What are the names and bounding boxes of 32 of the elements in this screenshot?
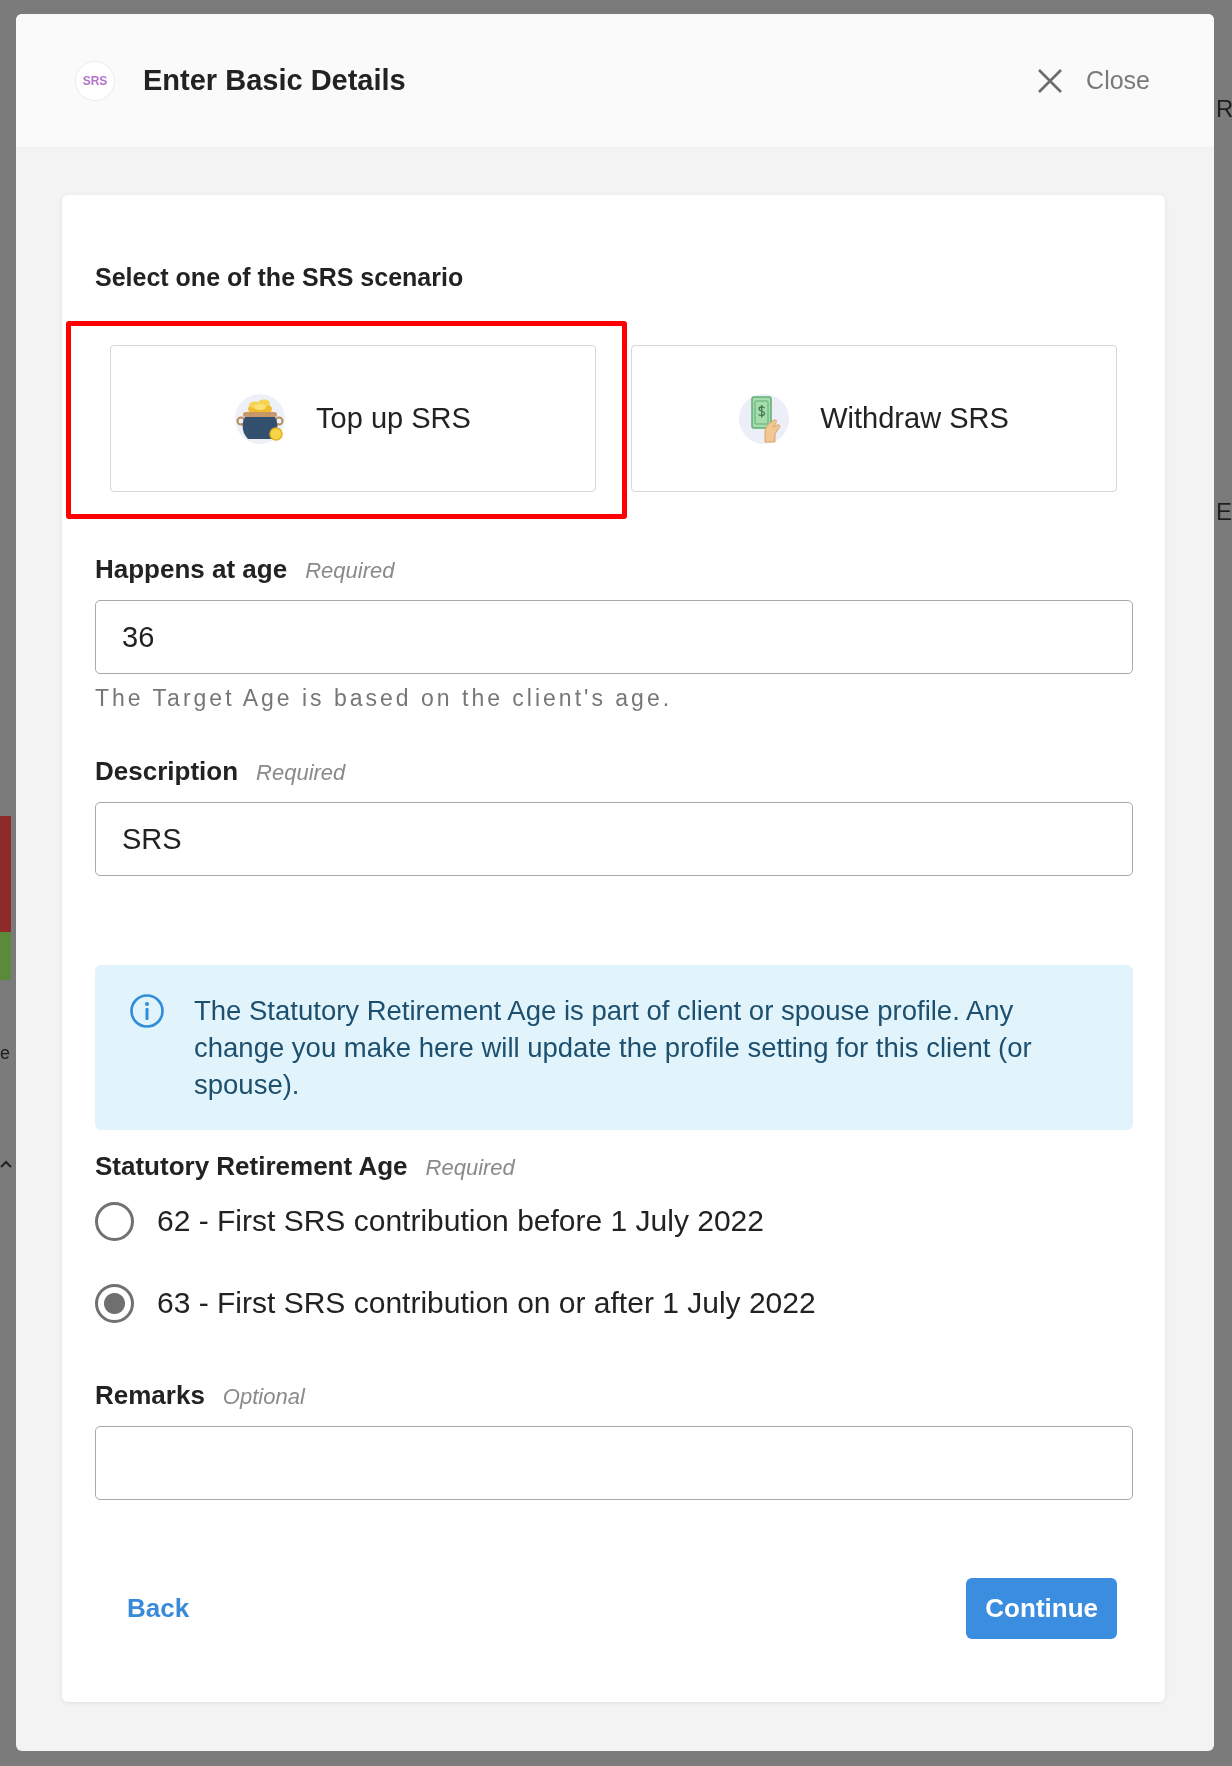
field-label: Happens at age bbox=[95, 553, 288, 586]
requirement-note: Optional bbox=[222, 1383, 305, 1411]
field-label: Description bbox=[95, 755, 239, 788]
back-link[interactable]: Back bbox=[127, 1593, 190, 1624]
info-icon bbox=[130, 994, 164, 1028]
requirement-note: Required bbox=[425, 1154, 515, 1182]
radio-button[interactable] bbox=[95, 1283, 134, 1323]
field-label: Statutory Retirement Age bbox=[95, 1150, 408, 1183]
remarks-input[interactable] bbox=[95, 1426, 1133, 1500]
app-logo: SRS bbox=[75, 60, 115, 101]
background-text: R bbox=[1216, 97, 1232, 121]
field-label: Remarks bbox=[95, 1379, 205, 1412]
requirement-note: Required bbox=[305, 557, 395, 585]
background-text: e bbox=[0, 1044, 10, 1062]
description-input[interactable]: SRS bbox=[95, 802, 1133, 876]
background-text: E bbox=[1216, 500, 1232, 524]
scenario-option-button[interactable]: Top up SRS bbox=[110, 345, 596, 492]
requirement-note: Required bbox=[256, 759, 346, 787]
chevron-up-icon bbox=[0, 1160, 12, 1168]
pot-of-coins-icon bbox=[235, 393, 286, 444]
section-prompt: Select one of the SRS scenario bbox=[95, 262, 465, 293]
cash-in-hand-icon bbox=[739, 393, 790, 444]
close-icon bbox=[1038, 68, 1063, 93]
close-button[interactable]: Close bbox=[1038, 66, 1150, 95]
radio-label[interactable]: 63 - First SRS contribution on or after 1 July 2022 bbox=[157, 1286, 816, 1320]
radio-label[interactable]: 62 - First SRS contribution before 1 July 2022 bbox=[157, 1204, 764, 1238]
notice-text: The Statutory Retirement Age is part of client or spouse profile. Any change you make here will update the profile setting for this client (or spouse). bbox=[194, 994, 1033, 1102]
scenario-option-button[interactable]: Withdraw SRS bbox=[631, 345, 1117, 492]
radio-button[interactable] bbox=[95, 1201, 134, 1241]
age-input[interactable]: 36 bbox=[95, 600, 1133, 674]
field-hint: The Target Age is based on the client's age. bbox=[95, 684, 674, 713]
dialog-title: Enter Basic Details bbox=[143, 64, 406, 97]
